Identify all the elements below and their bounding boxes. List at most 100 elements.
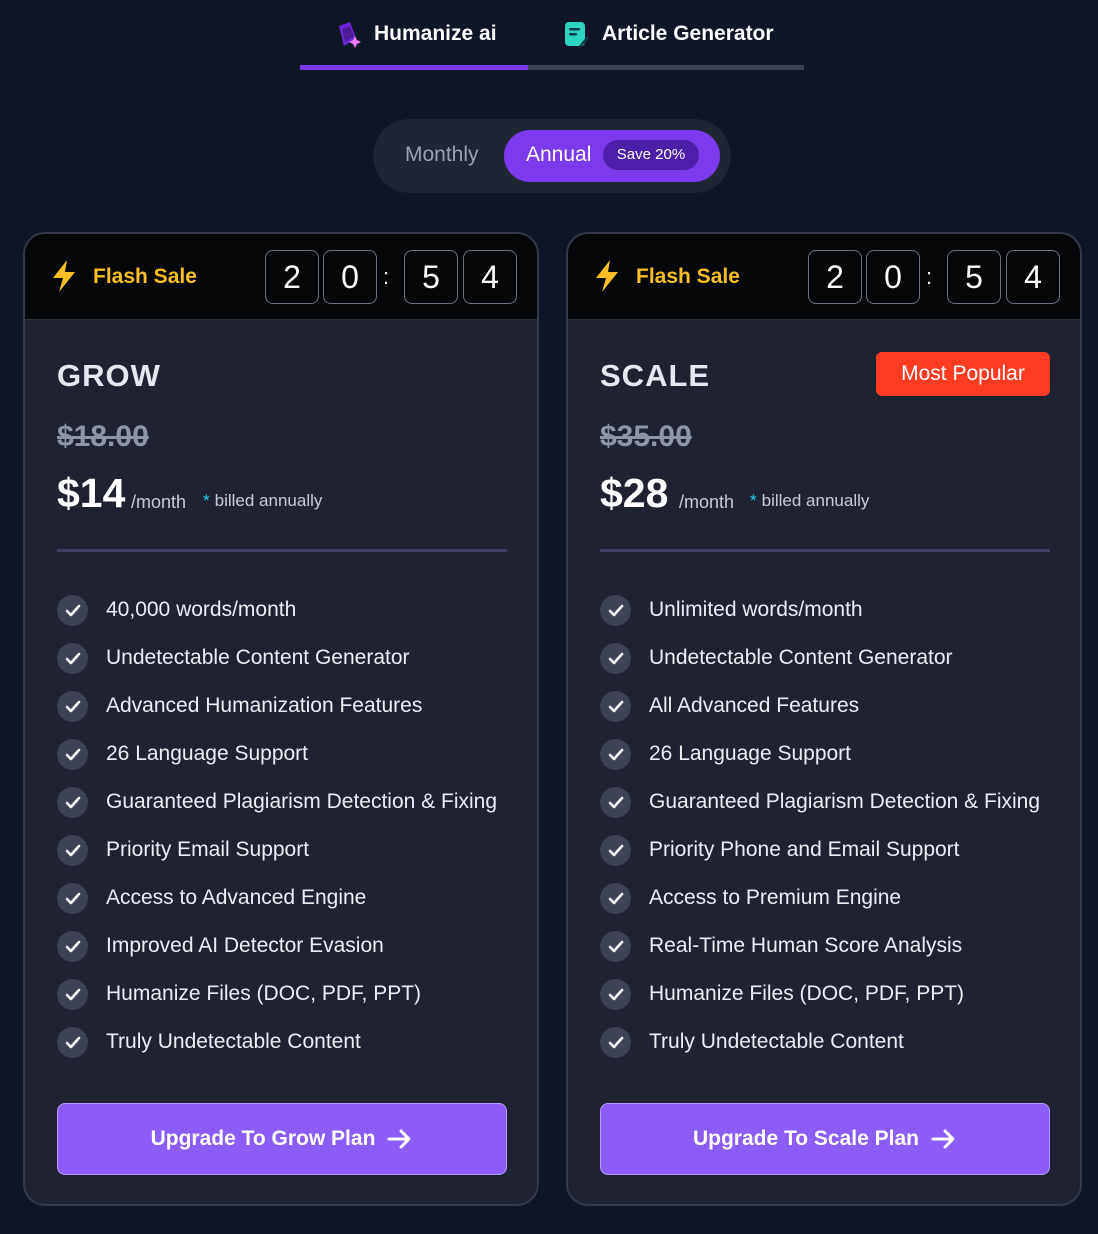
divider [57,549,507,552]
feature-item: 26 Language Support [57,730,527,778]
feature-item: Truly Undetectable Content [600,1018,1070,1066]
plan-card-scale: Flash Sale 2 0 : 5 4 SCALE Most Popular … [566,232,1082,1206]
timer-digit: 2 [808,250,862,304]
feature-item: Humanize Files (DOC, PDF, PPT) [600,970,1070,1018]
feature-item: Undetectable Content Generator [57,634,527,682]
flash-sale-header: Flash Sale 2 0 : 5 4 [568,234,1080,320]
save-badge: Save 20% [603,140,699,170]
upgrade-button-label: Upgrade To Grow Plan [150,1127,376,1150]
feature-text: Truly Undetectable Content [649,1030,904,1053]
feature-text: Humanize Files (DOC, PDF, PPT) [106,982,422,1005]
check-icon [600,978,631,1010]
feature-item: Access to Premium Engine [600,874,1070,922]
check-icon [57,978,88,1010]
feature-text: Undetectable Content Generator [106,646,410,669]
most-popular-badge: Most Popular [876,352,1050,396]
feature-text: 26 Language Support [649,742,852,765]
divider [600,549,1050,552]
check-icon [57,882,88,914]
check-icon [57,738,88,770]
upgrade-grow-button[interactable]: Upgrade To Grow Plan [57,1103,507,1175]
feature-text: Improved AI Detector Evasion [106,934,384,957]
billing-toggle: Monthly Annual Save 20% [373,119,731,193]
timer-digit: 5 [404,250,458,304]
feature-item: Access to Advanced Engine [57,874,527,922]
check-icon [57,786,88,818]
feature-item: 26 Language Support [600,730,1070,778]
feature-item: Guaranteed Plagiarism Detection & Fixing [600,778,1070,826]
feature-item: Humanize Files (DOC, PDF, PPT) [57,970,527,1018]
current-price: $14 [57,470,126,516]
check-icon [600,690,631,722]
plan-name: GROW [57,358,161,393]
check-icon [57,690,88,722]
price-period: /month [679,492,735,512]
tab-humanize-ai[interactable]: Humanize ai [334,14,497,54]
lightning-bolt-icon [596,260,618,292]
feature-text: Real-Time Human Score Analysis [649,934,963,957]
arrow-right-icon [387,1129,411,1149]
check-icon [600,882,631,914]
feature-text: All Advanced Features [649,694,860,717]
tab-article-generator[interactable]: Article Generator [562,14,774,54]
billing-note-star: * [203,491,210,510]
timer-digit: 4 [1006,250,1060,304]
article-document-icon [565,22,589,47]
feature-item: All Advanced Features [600,682,1070,730]
feature-item: Guaranteed Plagiarism Detection & Fixing [57,778,527,826]
feature-item: Priority Email Support [57,826,527,874]
feature-item: 40,000 words/month [57,586,527,634]
feature-text: Humanize Files (DOC, PDF, PPT) [649,982,965,1005]
feature-text: 40,000 words/month [106,598,297,621]
check-icon [600,594,631,626]
check-icon [600,786,631,818]
feature-text: Guaranteed Plagiarism Detection & Fixing [106,790,498,813]
timer-digit: 4 [463,250,517,304]
timer-separator: : [926,264,933,289]
flash-sale-label: Flash Sale [636,265,740,288]
billing-note: * billed annually [750,491,869,511]
annual-label: Annual [526,143,592,166]
billing-note: * billed annually [203,491,322,511]
flash-sale-header: Flash Sale 2 0 : 5 4 [25,234,537,320]
lightning-bolt-icon [53,260,75,292]
arrow-right-icon [931,1129,955,1149]
timer-digit: 0 [866,250,920,304]
tab-humanize-label: Humanize ai [374,22,497,45]
billing-note-star: * [750,491,757,510]
feature-item: Truly Undetectable Content [57,1018,527,1066]
current-price: $28 [600,470,669,516]
timer-digit: 0 [323,250,377,304]
feature-text: Priority Email Support [106,838,310,861]
original-price: $18.00 [57,420,149,453]
annual-option[interactable]: Annual Save 20% [504,130,720,182]
feature-text: 26 Language Support [106,742,309,765]
timer-digit: 5 [947,250,1001,304]
tab-article-label: Article Generator [602,22,774,45]
billing-note-text: billed annually [214,491,323,510]
feature-text: Access to Advanced Engine [106,886,367,909]
feature-list: Unlimited words/month Undetectable Conten… [600,586,1070,1066]
plan-name: SCALE [600,358,711,393]
original-price: $35.00 [600,420,692,453]
check-icon [57,642,88,674]
timer-separator: : [383,264,390,289]
check-icon [600,738,631,770]
feature-item: Improved AI Detector Evasion [57,922,527,970]
feature-text: Advanced Humanization Features [106,694,423,717]
feature-text: Access to Premium Engine [649,886,902,909]
monthly-option[interactable]: Monthly [405,143,479,167]
feature-text: Truly Undetectable Content [106,1030,361,1053]
feature-item: Real-Time Human Score Analysis [600,922,1070,970]
product-tabs: Humanize ai Article Generator [300,0,804,72]
check-icon [600,930,631,962]
feature-text: Unlimited words/month [649,598,863,621]
check-icon [600,642,631,674]
tab-active-indicator [300,65,528,70]
upgrade-scale-button[interactable]: Upgrade To Scale Plan [600,1103,1050,1175]
feature-text: Undetectable Content Generator [649,646,953,669]
plan-card-grow: Flash Sale 2 0 : 5 4 GROW $18.00 $14 /mo… [23,232,539,1206]
feature-list: 40,000 words/month Undetectable Content G… [57,586,527,1066]
feature-text: Priority Phone and Email Support [649,838,960,861]
check-icon [57,930,88,962]
